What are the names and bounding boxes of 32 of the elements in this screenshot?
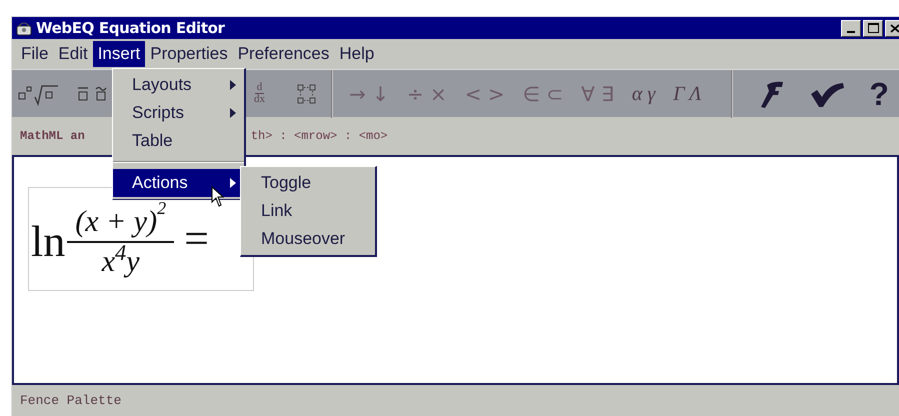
greek-button[interactable]: Γ Λ xyxy=(671,78,704,108)
dropdown-item[interactable]: Layouts xyxy=(113,71,244,99)
path-text: MathML an xyxy=(20,128,85,145)
matrix-icon[interactable] xyxy=(297,82,317,104)
help-button[interactable]: ? xyxy=(869,78,889,110)
close-button[interactable] xyxy=(885,20,899,36)
menu-item[interactable]: Edit xyxy=(53,41,93,67)
greek-button[interactable]: α γ xyxy=(630,78,658,108)
menu-item[interactable]: Properties xyxy=(145,41,233,67)
dropdown-item[interactable]: Table xyxy=(113,127,244,155)
submenu-item[interactable]: Link xyxy=(241,197,375,225)
path-text: th> : <mrow> : <mo> xyxy=(250,128,388,145)
submenu-arrow-icon xyxy=(230,178,236,188)
equation-function: ln xyxy=(31,220,66,264)
dropdown-item[interactable]: Scripts xyxy=(113,99,244,127)
app-icon xyxy=(15,20,33,36)
window-title: WebEQ Equation Editor xyxy=(36,18,225,39)
menu-item[interactable]: Insert xyxy=(92,41,146,67)
submenu-arrow-icon xyxy=(230,108,236,118)
status-text: Fence Palette xyxy=(20,392,122,410)
equation-numerator: (x + y)$^{2}$ xyxy=(74,201,168,240)
minimize-button[interactable] xyxy=(841,20,861,36)
submenu-arrow-icon xyxy=(230,80,236,90)
submenu-item[interactable]: Mouseover xyxy=(241,225,375,253)
maximize-button[interactable] xyxy=(863,20,883,36)
equation-relation: = xyxy=(184,217,209,261)
equation-denominator: x$^{4}$y xyxy=(102,243,140,277)
menu-item[interactable]: File xyxy=(16,41,54,67)
menu-item[interactable]: Help xyxy=(334,41,380,67)
menu-item[interactable]: Preferences xyxy=(232,41,334,67)
submenu-item[interactable]: Toggle xyxy=(241,169,375,197)
close-icon xyxy=(890,24,899,32)
